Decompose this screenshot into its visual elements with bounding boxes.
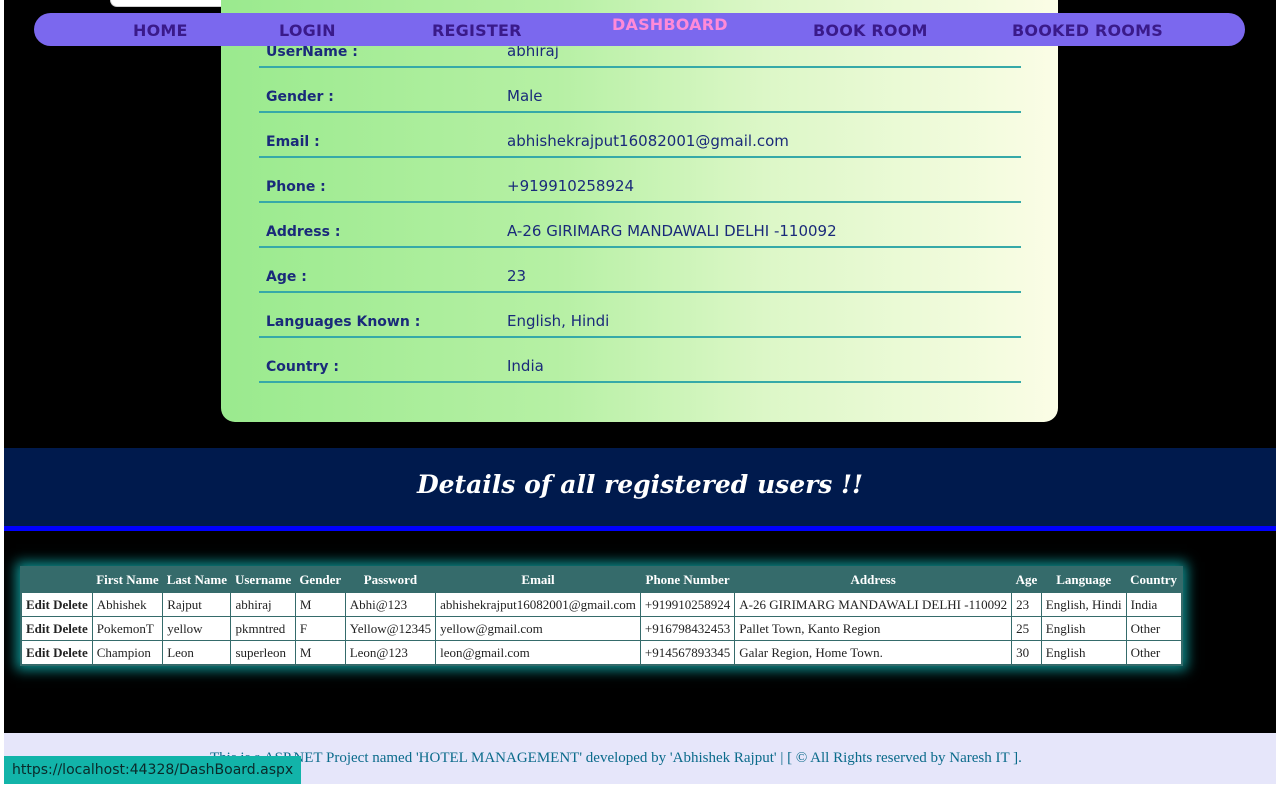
delete-link[interactable]: Delete bbox=[53, 645, 88, 660]
cell-age: 23 bbox=[1011, 592, 1042, 617]
row-actions: Edit Delete bbox=[20, 592, 93, 617]
main-navbar: HOME LOGIN REGISTER DASHBOARD BOOK ROOM … bbox=[34, 13, 1245, 46]
cell-last-name: Leon bbox=[162, 640, 232, 666]
profile-value: +919910258924 bbox=[507, 177, 635, 195]
cell-gender: F bbox=[294, 616, 346, 641]
profile-label: Email : bbox=[266, 134, 320, 150]
table-row: Edit Delete PokemonT yellow pkmntred F Y… bbox=[20, 616, 1183, 641]
cell-country: Other bbox=[1125, 640, 1183, 666]
cell-address: A-26 GIRIMARG MANDAWALI DELHI -110092 bbox=[734, 592, 1013, 617]
section-title: Details of all registered users !! bbox=[416, 470, 864, 499]
cell-address: Pallet Town, Kanto Region bbox=[734, 616, 1013, 641]
cell-gender: M bbox=[294, 592, 346, 617]
edit-link[interactable]: Edit bbox=[26, 597, 50, 612]
column-header: Age bbox=[1011, 567, 1042, 593]
edit-link[interactable]: Edit bbox=[26, 645, 50, 660]
column-header: Address bbox=[734, 567, 1012, 593]
edit-link[interactable]: Edit bbox=[26, 621, 50, 636]
cell-first-name: Abhishek bbox=[91, 592, 164, 617]
profile-row-country: Country : India bbox=[259, 336, 1021, 383]
cell-country: Other bbox=[1125, 616, 1183, 641]
nav-dashboard-link[interactable]: DASHBOARD bbox=[612, 15, 728, 34]
profile-row-email: Email : abhishekrajput16082001@gmail.com bbox=[259, 111, 1021, 158]
users-table-container: First Name Last Name Username Gender Pas… bbox=[20, 566, 1184, 666]
cell-first-name: PokemonT bbox=[91, 616, 164, 641]
row-actions: Edit Delete bbox=[20, 640, 93, 666]
nav-book-room-link[interactable]: BOOK ROOM bbox=[813, 21, 928, 40]
profile-label: Country : bbox=[266, 359, 340, 375]
cell-gender: M bbox=[294, 640, 346, 666]
cell-phone: +914567893345 bbox=[639, 640, 736, 666]
cell-phone: +919910258924 bbox=[639, 592, 736, 617]
cell-email: yellow@gmail.com bbox=[435, 616, 641, 641]
cell-username: abhiraj bbox=[230, 592, 296, 617]
column-header: Country bbox=[1126, 567, 1183, 593]
cell-language: English bbox=[1040, 640, 1127, 666]
nav-home-link[interactable]: HOME bbox=[133, 21, 188, 40]
users-table: First Name Last Name Username Gender Pas… bbox=[20, 566, 1184, 666]
cell-password: Leon@123 bbox=[344, 640, 437, 666]
cell-email: abhishekrajput16082001@gmail.com bbox=[435, 592, 641, 617]
profile-label: UserName : bbox=[266, 44, 358, 60]
cell-age: 30 bbox=[1011, 640, 1042, 666]
column-header: Password bbox=[345, 567, 436, 593]
browser-status-bar: https://localhost:44328/DashBoard.aspx bbox=[4, 756, 302, 784]
cell-username: pkmntred bbox=[230, 616, 296, 641]
cell-password: Yellow@12345 bbox=[344, 616, 437, 641]
window-edge bbox=[1276, 0, 1280, 786]
profile-label: Age : bbox=[266, 269, 307, 285]
profile-row-languages: Languages Known : English, Hindi bbox=[259, 291, 1021, 338]
profile-row-phone: Phone : +919910258924 bbox=[259, 156, 1021, 203]
footer-text: This is a ASP.NET Project named 'HOTEL M… bbox=[210, 750, 1022, 766]
nav-login-link[interactable]: LOGIN bbox=[279, 21, 336, 40]
profile-value: English, Hindi bbox=[507, 312, 610, 330]
column-header: Gender bbox=[295, 567, 346, 593]
profile-value: 23 bbox=[507, 267, 527, 285]
profile-label: Phone : bbox=[266, 179, 326, 195]
delete-link[interactable]: Delete bbox=[53, 621, 88, 636]
profile-label: Address : bbox=[266, 224, 341, 240]
profile-row-address: Address : A-26 GIRIMARG MANDAWALI DELHI … bbox=[259, 201, 1021, 248]
section-banner: Details of all registered users !! bbox=[4, 448, 1276, 531]
profile-row-gender: Gender : Male bbox=[259, 66, 1021, 113]
column-header: Last Name bbox=[162, 567, 231, 593]
nav-register-link[interactable]: REGISTER bbox=[432, 21, 522, 40]
column-header: Email bbox=[435, 567, 641, 593]
column-header: Username bbox=[230, 567, 296, 593]
cell-first-name: Champion bbox=[91, 640, 164, 666]
profile-label: Gender : bbox=[266, 89, 334, 105]
column-header: Phone Number bbox=[640, 567, 735, 593]
profile-value: A-26 GIRIMARG MANDAWALI DELHI -110092 bbox=[507, 222, 837, 240]
table-header-row: First Name Last Name Username Gender Pas… bbox=[21, 567, 1183, 593]
cell-password: Abhi@123 bbox=[344, 592, 437, 617]
profile-value: Male bbox=[507, 87, 543, 105]
table-row: Edit Delete Abhishek Rajput abhiraj M Ab… bbox=[20, 592, 1183, 617]
row-actions: Edit Delete bbox=[20, 616, 93, 641]
cell-last-name: yellow bbox=[162, 616, 232, 641]
column-header: Language bbox=[1041, 567, 1127, 593]
cell-last-name: Rajput bbox=[162, 592, 232, 617]
profile-card: UserName : abhiraj Gender : Male Email :… bbox=[221, 0, 1058, 422]
profile-value: abhishekrajput16082001@gmail.com bbox=[507, 132, 789, 150]
cell-language: English, Hindi bbox=[1040, 592, 1127, 617]
profile-row-age: Age : 23 bbox=[259, 246, 1021, 293]
profile-label: Languages Known : bbox=[266, 314, 421, 330]
cell-language: English bbox=[1040, 616, 1127, 641]
column-header: First Name bbox=[92, 567, 163, 593]
delete-link[interactable]: Delete bbox=[53, 597, 88, 612]
cell-age: 25 bbox=[1011, 616, 1042, 641]
cell-country: India bbox=[1125, 592, 1183, 617]
cell-email: leon@gmail.com bbox=[435, 640, 641, 666]
cell-address: Galar Region, Home Town. bbox=[734, 640, 1013, 666]
column-header bbox=[21, 567, 93, 593]
cell-username: superleon bbox=[230, 640, 296, 666]
table-row: Edit Delete Champion Leon superleon M Le… bbox=[20, 640, 1183, 666]
profile-value: India bbox=[507, 357, 544, 375]
nav-booked-rooms-link[interactable]: BOOKED ROOMS bbox=[1012, 21, 1163, 40]
cell-phone: +916798432453 bbox=[639, 616, 736, 641]
